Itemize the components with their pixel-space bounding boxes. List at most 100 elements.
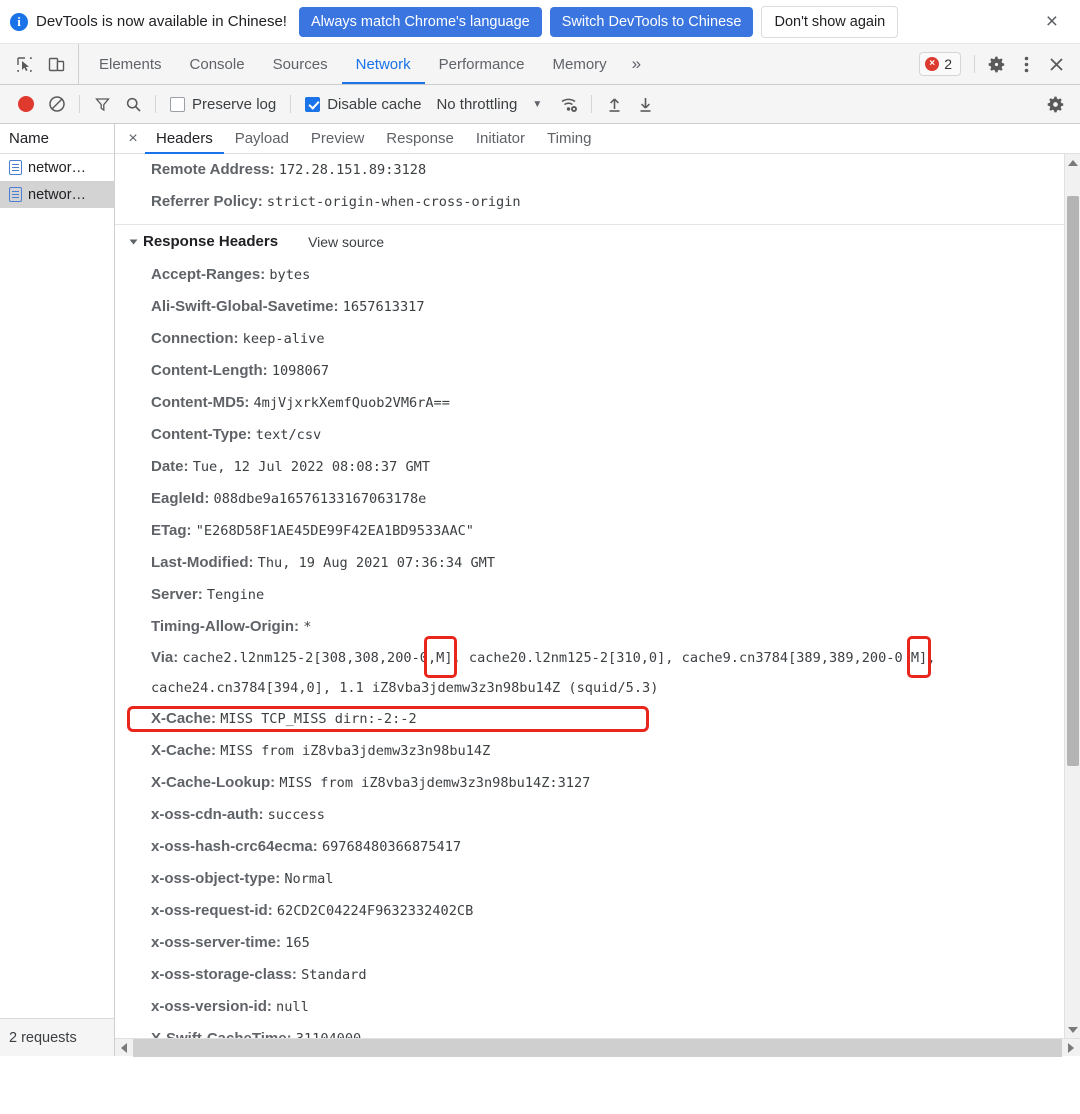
network-settings-gear-icon[interactable]: [1042, 90, 1070, 118]
detail-close-icon[interactable]: ×: [121, 130, 145, 147]
tab-sources[interactable]: Sources: [259, 44, 342, 84]
preserve-log-checkbox-box: [170, 96, 185, 112]
header-key: Date:: [151, 458, 189, 475]
header-key: Last-Modified:: [151, 554, 254, 571]
header-key: x-oss-storage-class:: [151, 966, 297, 983]
always-match-language-button[interactable]: Always match Chrome's language: [298, 6, 542, 37]
header-row: x-oss-object-type: Normal: [115, 863, 1064, 895]
search-icon[interactable]: [119, 90, 147, 118]
banner-close-icon[interactable]: ×: [1046, 11, 1058, 32]
header-row: Ali-Swift-Global-Savetime: 1657613317: [115, 291, 1064, 323]
tabbar-left-icons: [0, 44, 79, 84]
request-list-item[interactable]: networ…: [0, 181, 114, 208]
record-button[interactable]: [12, 90, 40, 118]
horizontal-scrollbar-thumb[interactable]: [133, 1038, 1062, 1057]
dont-show-again-button[interactable]: Don't show again: [761, 5, 899, 38]
headers-scroll-area[interactable]: Status Code: 200 OK Remote Address: 172.…: [115, 154, 1064, 1038]
header-row: Last-Modified: Thu, 19 Aug 2021 07:36:34…: [115, 547, 1064, 579]
kebab-menu-icon[interactable]: [1012, 50, 1040, 78]
header-key: Referrer Policy:: [151, 193, 263, 210]
preserve-log-label: Preserve log: [192, 95, 277, 113]
request-count-status: 2 requests: [0, 1018, 114, 1056]
header-key: Content-MD5:: [151, 394, 250, 411]
error-icon: ×: [925, 57, 940, 71]
network-conditions-icon[interactable]: [555, 90, 583, 118]
inspect-cursor-icon[interactable]: [10, 50, 38, 78]
tab-headers[interactable]: Headers: [145, 124, 224, 154]
disable-cache-checkbox[interactable]: Disable cache: [299, 96, 427, 113]
vertical-scrollbar[interactable]: [1064, 154, 1080, 1038]
request-list-item[interactable]: networ…: [0, 154, 114, 181]
tab-response[interactable]: Response: [375, 124, 465, 154]
header-value: *: [303, 619, 312, 635]
filter-icon[interactable]: [88, 90, 116, 118]
header-value: 1098067: [271, 363, 330, 379]
tab-performance[interactable]: Performance: [425, 44, 539, 84]
collapse-triangle-icon[interactable]: [129, 239, 138, 245]
header-key: Content-Type:: [151, 426, 252, 443]
scroll-left-arrow-icon[interactable]: [115, 1042, 133, 1053]
scroll-down-arrow-icon[interactable]: [1065, 1021, 1080, 1038]
header-row: X-Swift-CacheTime: 31104000: [115, 1023, 1064, 1038]
header-value: MISS from iZ8vba3jdemw3z3n98bu14Z: [220, 743, 491, 759]
error-count-badge[interactable]: × 2: [919, 52, 961, 76]
switch-devtools-to-chinese-button[interactable]: Switch DevTools to Chinese: [549, 6, 754, 37]
more-tabs-icon[interactable]: »: [621, 44, 652, 84]
header-row: X-Cache-Lookup: MISS from iZ8vba3jdemw3z…: [115, 767, 1064, 799]
header-key: x-oss-server-time:: [151, 934, 282, 951]
tab-timing[interactable]: Timing: [536, 124, 602, 154]
header-value: text/csv: [255, 427, 322, 443]
tab-console[interactable]: Console: [176, 44, 259, 84]
header-row: Content-Length: 1098067: [115, 355, 1064, 387]
close-icon[interactable]: [1042, 50, 1070, 78]
header-row: Content-MD5: 4mjVjxrkXemfQuob2VM6rA==: [115, 387, 1064, 419]
view-source-link[interactable]: View source: [308, 225, 384, 259]
header-key: Connection:: [151, 330, 239, 347]
import-har-icon[interactable]: [600, 90, 628, 118]
header-value: 165: [285, 935, 310, 951]
request-name-label: networ…: [28, 186, 87, 203]
scroll-right-arrow-icon[interactable]: [1062, 1042, 1080, 1053]
horizontal-scrollbar[interactable]: [115, 1038, 1080, 1057]
header-value: "E268D58F1AE45DE99F42EA1BD9533AAC": [195, 523, 474, 539]
gear-icon[interactable]: [982, 50, 1010, 78]
header-row: Timing-Allow-Origin: *: [115, 611, 1064, 643]
banner-message: DevTools is now available in Chinese!: [36, 13, 287, 30]
tab-initiator[interactable]: Initiator: [465, 124, 536, 154]
chevron-down-icon[interactable]: ▼: [532, 99, 542, 110]
tab-memory[interactable]: Memory: [539, 44, 621, 84]
throttling-select[interactable]: No throttling: [436, 96, 517, 113]
header-value: 62CD2C04224F9632332402CB: [276, 903, 474, 919]
export-har-icon[interactable]: [631, 90, 659, 118]
header-value: 69768480366875417: [321, 839, 462, 855]
tab-elements[interactable]: Elements: [85, 44, 176, 84]
header-value: Normal: [284, 871, 334, 887]
preserve-log-checkbox[interactable]: Preserve log: [164, 96, 282, 113]
header-row: x-oss-cdn-auth: success: [115, 799, 1064, 831]
tab-payload[interactable]: Payload: [224, 124, 300, 154]
header-row: Server: Tengine: [115, 579, 1064, 611]
scroll-up-arrow-icon[interactable]: [1065, 154, 1080, 171]
devtools-tabbar: Elements Console Sources Network Perform…: [0, 44, 1080, 85]
tab-network[interactable]: Network: [342, 44, 425, 84]
header-key: X-Cache:: [151, 742, 217, 759]
toolbar-divider: [79, 95, 80, 113]
header-key: X-Cache:: [151, 710, 217, 727]
header-row: Accept-Ranges: bytes: [115, 259, 1064, 291]
tab-preview[interactable]: Preview: [300, 124, 375, 154]
header-value: Tue, 12 Jul 2022 08:08:37 GMT: [192, 459, 431, 475]
vertical-scrollbar-thumb[interactable]: [1067, 196, 1079, 766]
header-row: Connection: keep-alive: [115, 323, 1064, 355]
section-label: Response Headers: [143, 233, 279, 250]
header-value: keep-alive: [242, 331, 325, 347]
header-row: EagleId: 088dbe9a16576133167063178e: [115, 483, 1064, 515]
requests-sidebar: Name networ… networ… 2 requests: [0, 124, 115, 1056]
via-part-2: , cache20.l2nm125-2[310,0], cache9.cn378…: [452, 650, 911, 666]
header-row: Remote Address: 172.28.151.89:3128: [115, 154, 1064, 186]
header-value: strict-origin-when-cross-origin: [266, 194, 521, 210]
clear-icon[interactable]: [43, 90, 71, 118]
header-row: x-oss-version-id: null: [115, 991, 1064, 1023]
header-key: Remote Address:: [151, 161, 275, 178]
device-toolbar-icon[interactable]: [42, 50, 70, 78]
header-key: x-oss-object-type:: [151, 870, 281, 887]
